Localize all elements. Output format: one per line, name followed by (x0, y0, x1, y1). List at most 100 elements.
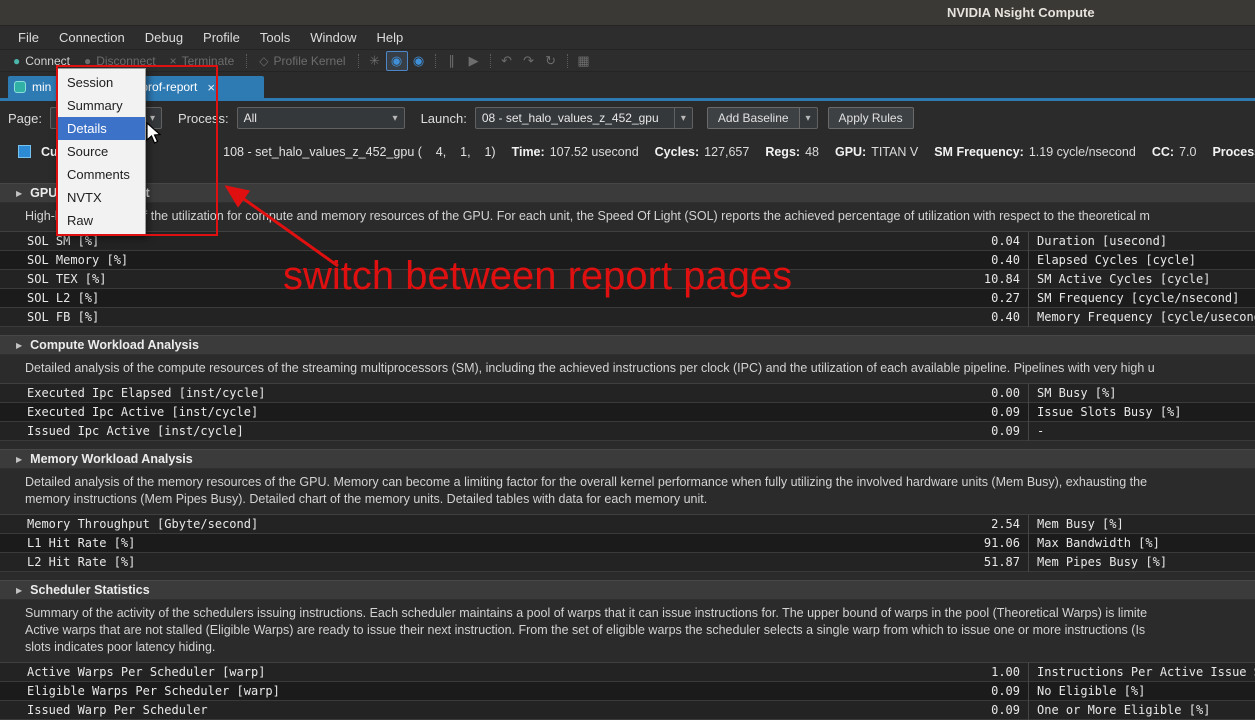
metric-value: 1.00 (991, 665, 1028, 679)
metrics-table-compute: Executed Ipc Elapsed [inst/cycle]0.00 SM… (0, 383, 1255, 441)
add-baseline-label: Add Baseline (718, 111, 789, 125)
menu-item-comments[interactable]: Comments (58, 163, 145, 186)
metric-name: Elapsed Cycles [cycle] (1037, 253, 1196, 267)
section-header-compute-workload[interactable]: ▶ Compute Workload Analysis (0, 335, 1255, 355)
menu-tools[interactable]: Tools (250, 26, 300, 50)
launch-dropdown-button[interactable]: ▾ (675, 107, 693, 129)
auto-profile-button[interactable]: ◉ (386, 51, 408, 71)
metric-name: Memory Throughput [Gbyte/second] (0, 517, 258, 531)
table-row: SOL Memory [%] 0.40 Elapsed Cycles [cycle… (0, 251, 1255, 270)
metric-value: 0.40 (991, 310, 1028, 324)
chevron-down-icon: ▾ (681, 113, 686, 124)
apply-rules-label: Apply Rules (839, 111, 903, 125)
run-next-range-button[interactable]: ↻ (540, 51, 562, 71)
menu-window[interactable]: Window (300, 26, 366, 50)
metric-value: 0.09 (991, 684, 1028, 698)
metric-value: 0.40 (991, 253, 1028, 267)
connect-icon: ● (13, 55, 20, 67)
copy-button[interactable]: ▦ (573, 51, 595, 71)
stat-cc: CC: 7.0 (1152, 145, 1197, 159)
section-title: Scheduler Statistics (30, 583, 150, 597)
stat-label: Process: (1212, 145, 1255, 159)
menu-item-source[interactable]: Source (58, 140, 145, 163)
section-title: Compute Workload Analysis (30, 338, 199, 352)
process-label: Process: (178, 111, 229, 126)
run-next-range-icon: ↻ (545, 53, 556, 69)
metric-value: 0.00 (991, 386, 1028, 400)
metric-name: L1 Hit Rate [%] (0, 536, 135, 550)
expander-arrow-icon: ▶ (16, 341, 22, 350)
disconnect-label: Disconnect (96, 54, 155, 68)
stat-label: Time: (512, 145, 545, 159)
terminate-button[interactable]: × Terminate (163, 51, 242, 71)
table-row: Active Warps Per Scheduler [warp]1.00 In… (0, 663, 1255, 682)
stat-value: 48 (805, 145, 819, 159)
tab-label-left: min (32, 80, 51, 94)
metric-name: SM Frequency [cycle/nsecond] (1037, 291, 1239, 305)
metric-name: SM Busy [%] (1037, 386, 1116, 400)
menu-debug[interactable]: Debug (135, 26, 193, 50)
metric-name: No Eligible [%] (1037, 684, 1145, 698)
report-body: ▶ GPU Speed Of Light High-level overview… (0, 168, 1255, 720)
menu-item-nvtx[interactable]: NVTX (58, 186, 145, 209)
table-row: Executed Ipc Elapsed [inst/cycle]0.00 SM… (0, 384, 1255, 403)
menu-item-details[interactable]: Details (58, 117, 145, 140)
stat-label: Cycles: (655, 145, 699, 159)
run-next-kernel-button[interactable]: ↶ (496, 51, 518, 71)
auto-profile-icon: ◉ (391, 53, 402, 69)
section-header-scheduler-statistics[interactable]: ▶ Scheduler Statistics (0, 580, 1255, 600)
add-baseline-dropdown-button[interactable]: ▾ (800, 107, 818, 129)
table-row: L2 Hit Rate [%]51.87 Mem Pipes Busy [%] (0, 553, 1255, 572)
metric-name: Memory Frequency [cycle/usecond] (1037, 310, 1255, 324)
process-combobox-value: All (244, 111, 257, 125)
metric-value: 0.09 (991, 405, 1028, 419)
stat-cycles: Cycles: 127,657 (655, 145, 750, 159)
apply-rules-button[interactable]: Apply Rules (828, 107, 914, 129)
report-tab-icon (14, 81, 26, 93)
burst-button[interactable]: ✳ (364, 51, 386, 71)
menu-item-summary[interactable]: Summary (58, 94, 145, 117)
run-next-api-button[interactable]: ↷ (518, 51, 540, 71)
menu-item-session[interactable]: Session (58, 71, 145, 94)
expander-arrow-icon: ▶ (16, 189, 22, 198)
table-row: SOL FB [%] 0.40 Memory Frequency [cycle/u… (0, 308, 1255, 327)
terminate-label: Terminate (182, 54, 235, 68)
window-titlebar: NVIDIA Nsight Compute (0, 0, 1255, 26)
menu-item-raw[interactable]: Raw (58, 209, 145, 232)
section-description: Detailed analysis of the compute resourc… (0, 361, 1255, 376)
stat-regs: Regs: 48 (765, 145, 819, 159)
disconnect-icon: ● (84, 55, 91, 67)
profile-series-button[interactable]: ◉ (408, 51, 430, 71)
step-button[interactable]: ▶ (463, 51, 485, 71)
menu-help[interactable]: Help (367, 26, 414, 50)
metric-value: 2.54 (991, 517, 1028, 531)
stat-value: 127,657 (704, 145, 749, 159)
menu-file[interactable]: File (8, 26, 49, 50)
section-header-memory-workload[interactable]: ▶ Memory Workload Analysis (0, 449, 1255, 469)
add-baseline-button[interactable]: Add Baseline (707, 107, 800, 129)
pause-button[interactable]: ∥ (441, 51, 463, 71)
profile-kernel-button[interactable]: ◇ Profile Kernel (252, 51, 352, 71)
profile-kernel-icon: ◇ (259, 55, 268, 67)
stat-value: 7.0 (1179, 145, 1196, 159)
menu-profile[interactable]: Profile (193, 26, 250, 50)
menu-connection[interactable]: Connection (49, 26, 135, 50)
toolbar: ● Connect ● Disconnect × Terminate ◇ Pro… (0, 50, 1255, 72)
metric-name: SOL FB [%] (0, 310, 99, 324)
run-next-kernel-icon: ↶ (501, 53, 512, 69)
stat-label: Regs: (765, 145, 800, 159)
table-row: L1 Hit Rate [%]91.06 Max Bandwidth [%] (0, 534, 1255, 553)
metric-name: SOL Memory [%] (0, 253, 128, 267)
table-row: Issued Warp Per Scheduler0.09 One or Mor… (0, 701, 1255, 720)
stat-sm-frequency: SM Frequency: 1.19 cycle/nsecond (934, 145, 1136, 159)
metric-name: Eligible Warps Per Scheduler [warp] (0, 684, 280, 698)
process-combobox[interactable]: All ▾ (237, 107, 405, 129)
stat-value: TITAN V (871, 145, 918, 159)
metric-value: 10.84 (984, 272, 1028, 286)
section-header-gpu-speed-of-light[interactable]: ▶ GPU Speed Of Light (0, 183, 1255, 203)
report-controls: Page: Details ▾ Process: All ▾ Launch: 0… (0, 101, 1255, 135)
tab-close-icon[interactable]: × (207, 80, 215, 95)
launch-label: Launch: (421, 111, 467, 126)
stat-label: CC: (1152, 145, 1174, 159)
launch-combobox[interactable]: 08 - set_halo_values_z_452_gpu (475, 107, 675, 129)
